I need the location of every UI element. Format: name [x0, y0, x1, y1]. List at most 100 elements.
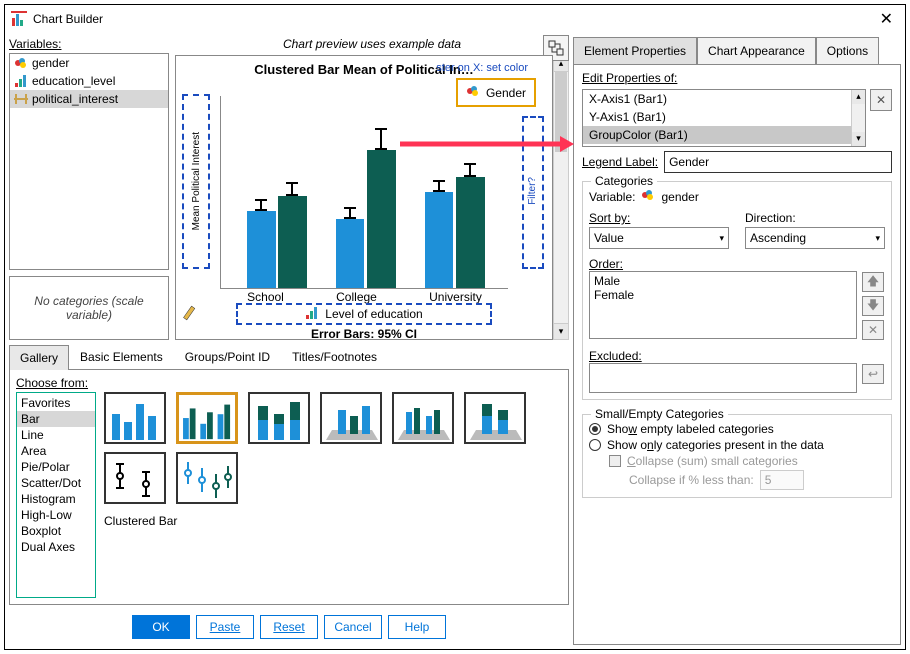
thumb-3d-stacked[interactable]: [464, 392, 526, 444]
thumb-error-bar-1[interactable]: [104, 452, 166, 504]
pencil-icon: [179, 302, 200, 323]
nominal-icon: [14, 56, 28, 70]
tab-basic-elements[interactable]: Basic Elements: [69, 344, 174, 369]
order-label: Order:: [589, 257, 623, 271]
excluded-list[interactable]: ↩: [589, 363, 857, 393]
thumb-clustered-bar[interactable]: [176, 392, 238, 444]
variables-label: Variables:: [9, 37, 169, 51]
small-empty-group-label: Small/Empty Categories: [591, 407, 728, 421]
error-bars-text: Error Bars: 95% CI: [176, 327, 552, 340]
move-down-button[interactable]: 🡇: [862, 296, 884, 316]
selected-thumb-label: Clustered Bar: [104, 514, 562, 528]
cancel-button[interactable]: Cancel: [324, 615, 382, 639]
arrow-return-icon: ↩: [868, 367, 878, 381]
excluded-label: Excluded:: [589, 349, 642, 363]
variables-list[interactable]: gender education_level political_interes…: [9, 53, 169, 270]
arrow-down-icon: 🡇: [867, 296, 879, 317]
paste-button[interactable]: Paste: [196, 615, 254, 639]
type-area[interactable]: Area: [17, 443, 95, 459]
radio-show-only-present[interactable]: Show only categories present in the data: [589, 437, 885, 453]
remove-button[interactable]: ✕: [862, 320, 884, 340]
proplist-scrollbar[interactable]: ▴▾: [851, 90, 865, 146]
sort-by-select[interactable]: Value▾: [589, 227, 729, 249]
thumb-error-bar-2[interactable]: [176, 452, 238, 504]
ordinal-icon: [305, 306, 319, 323]
preview-hint: Chart preview uses example data: [175, 37, 569, 51]
variable-label: education_level: [32, 74, 115, 88]
app-icon: [11, 11, 27, 27]
chart-type-list[interactable]: Favorites Bar Line Area Pie/Polar Scatte…: [16, 392, 96, 598]
edit-properties-list[interactable]: X-Axis1 (Bar1) Y-Axis1 (Bar1) GroupColor…: [582, 89, 866, 147]
gallery-tabs: Gallery Basic Elements Groups/Point ID T…: [9, 344, 569, 370]
order-list[interactable]: Male Female 🡅 🡇 ✕: [589, 271, 857, 339]
direction-select[interactable]: Ascending▾: [745, 227, 885, 249]
thumb-3d-bar[interactable]: [320, 392, 382, 444]
chart-builder-window: Chart Builder ✕ Variables: gender educat…: [4, 4, 906, 650]
collapse-checkbox: Collapse (sum) small categories: [609, 453, 885, 469]
chart-preview[interactable]: Clustered Bar Mean of Political In… ster…: [175, 55, 553, 340]
edit-properties-label: Edit Properties of:: [582, 71, 892, 85]
type-pie-polar[interactable]: Pie/Polar: [17, 459, 95, 475]
direction-label: Direction:: [745, 211, 885, 225]
type-bar[interactable]: Bar: [17, 411, 95, 427]
chevron-down-icon: ▾: [875, 233, 880, 244]
reset-button[interactable]: Reset: [260, 615, 318, 639]
sort-by-label: Sort by:: [589, 211, 729, 225]
categories-group-label: Categories: [591, 174, 657, 188]
dialog-buttons: OK Paste Reset Cancel Help: [9, 609, 569, 645]
type-high-low[interactable]: High-Low: [17, 507, 95, 523]
properties-tabs: Element Properties Chart Appearance Opti…: [573, 37, 901, 64]
variable-value: gender: [661, 190, 698, 204]
tab-element-properties[interactable]: Element Properties: [573, 37, 697, 64]
collapse-if-row: Collapse if % less than:: [629, 469, 885, 491]
variable-label: Variable:: [589, 190, 635, 204]
thumb-3d-clustered[interactable]: [392, 392, 454, 444]
choose-from-label: Choose from:: [16, 376, 562, 390]
prop-yaxis[interactable]: Y-Axis1 (Bar1): [583, 108, 865, 126]
type-scatter-dot[interactable]: Scatter/Dot: [17, 475, 95, 491]
variable-label: political_interest: [32, 92, 118, 106]
chevron-down-icon: ▾: [719, 233, 724, 244]
thumb-stacked-bar[interactable]: [248, 392, 310, 444]
preview-scrollbar[interactable]: ▴ ▾: [553, 55, 569, 340]
ok-button[interactable]: OK: [132, 615, 190, 639]
type-favorites[interactable]: Favorites: [17, 395, 95, 411]
move-up-button[interactable]: 🡅: [862, 272, 884, 292]
variable-label: gender: [32, 56, 69, 70]
x-axis-dropzone[interactable]: Level of education: [236, 303, 492, 325]
order-item[interactable]: Female: [594, 288, 852, 302]
tab-chart-appearance[interactable]: Chart Appearance: [697, 37, 816, 64]
variable-item-education[interactable]: education_level: [10, 72, 168, 90]
scroll-down-icon[interactable]: ▾: [554, 323, 568, 339]
help-button[interactable]: Help: [388, 615, 446, 639]
nominal-icon: [641, 188, 655, 205]
type-dual-axes[interactable]: Dual Axes: [17, 539, 95, 555]
type-line[interactable]: Line: [17, 427, 95, 443]
y-axis-dropzone[interactable]: Mean Political Interest: [182, 94, 210, 269]
tab-titles-footnotes[interactable]: Titles/Footnotes: [281, 344, 388, 369]
restore-button[interactable]: ↩: [862, 364, 884, 384]
close-icon[interactable]: ✕: [874, 9, 899, 29]
filter-dropzone[interactable]: Filter?: [522, 116, 544, 269]
thumb-simple-bar[interactable]: [104, 392, 166, 444]
window-title: Chart Builder: [33, 12, 874, 26]
order-item[interactable]: Male: [594, 274, 852, 288]
radio-show-empty[interactable]: Show empty labeled categories: [589, 421, 885, 437]
type-boxplot[interactable]: Boxplot: [17, 523, 95, 539]
variable-item-gender[interactable]: gender: [10, 54, 168, 72]
close-icon: ✕: [868, 323, 878, 337]
prop-xaxis[interactable]: X-Axis1 (Bar1): [583, 90, 865, 108]
tab-groups-pointid[interactable]: Groups/Point ID: [174, 344, 281, 369]
variable-item-political[interactable]: political_interest: [10, 90, 168, 108]
type-histogram[interactable]: Histogram: [17, 491, 95, 507]
x-category-labels: School College University: [221, 290, 508, 304]
radio-icon: [589, 439, 601, 451]
tab-gallery[interactable]: Gallery: [9, 345, 69, 370]
scale-icon: [14, 92, 28, 106]
delete-property-button[interactable]: ✕: [870, 89, 892, 111]
tab-options[interactable]: Options: [816, 37, 879, 64]
collapse-percent-input: [760, 470, 804, 490]
legend-label-input[interactable]: [664, 151, 892, 173]
checkbox-icon: [609, 455, 621, 467]
prop-groupcolor[interactable]: GroupColor (Bar1): [583, 126, 865, 144]
